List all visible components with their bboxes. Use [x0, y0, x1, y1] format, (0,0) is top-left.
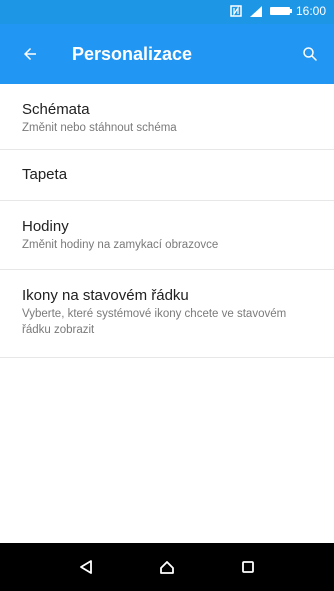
status-time: 16:00: [295, 4, 326, 18]
settings-list: Schémata Změnit nebo stáhnout schéma Tap…: [0, 84, 334, 358]
settings-item-tapeta[interactable]: Tapeta: [0, 150, 334, 201]
back-triangle-icon[interactable]: [74, 555, 98, 579]
settings-item-title: Tapeta: [22, 166, 68, 183]
back-arrow-icon[interactable]: [18, 42, 42, 66]
settings-item-title: Hodiny: [22, 218, 69, 235]
home-icon[interactable]: [155, 555, 179, 579]
settings-item-subtitle: Změnit nebo stáhnout schéma: [22, 122, 177, 134]
search-icon[interactable]: [298, 42, 322, 66]
settings-item-schemata[interactable]: Schémata Změnit nebo stáhnout schéma: [0, 84, 334, 150]
nfc-icon: [230, 5, 242, 17]
settings-item-status-icons[interactable]: Ikony na stavovém řádku Vyberte, které s…: [0, 270, 334, 358]
signal-icon: [248, 5, 264, 17]
settings-item-title: Schémata: [22, 101, 90, 118]
settings-item-title: Ikony na stavovém řádku: [22, 287, 189, 304]
page-title: Personalizace: [72, 44, 193, 64]
status-bar: 16:00: [0, 0, 334, 24]
settings-item-hodiny[interactable]: Hodiny Změnit hodiny na zamykací obrazov…: [0, 201, 334, 270]
status-icons: 16:00: [230, 5, 326, 17]
recents-icon[interactable]: [236, 555, 260, 579]
settings-item-subtitle: Vyberte, které systémové ikony chcete ve…: [22, 308, 287, 336]
app-bar: Personalizace: [0, 24, 334, 84]
battery-icon: [269, 7, 292, 15]
settings-item-subtitle: Změnit hodiny na zamykací obrazovce: [22, 239, 219, 251]
navigation-bar: [0, 543, 334, 591]
